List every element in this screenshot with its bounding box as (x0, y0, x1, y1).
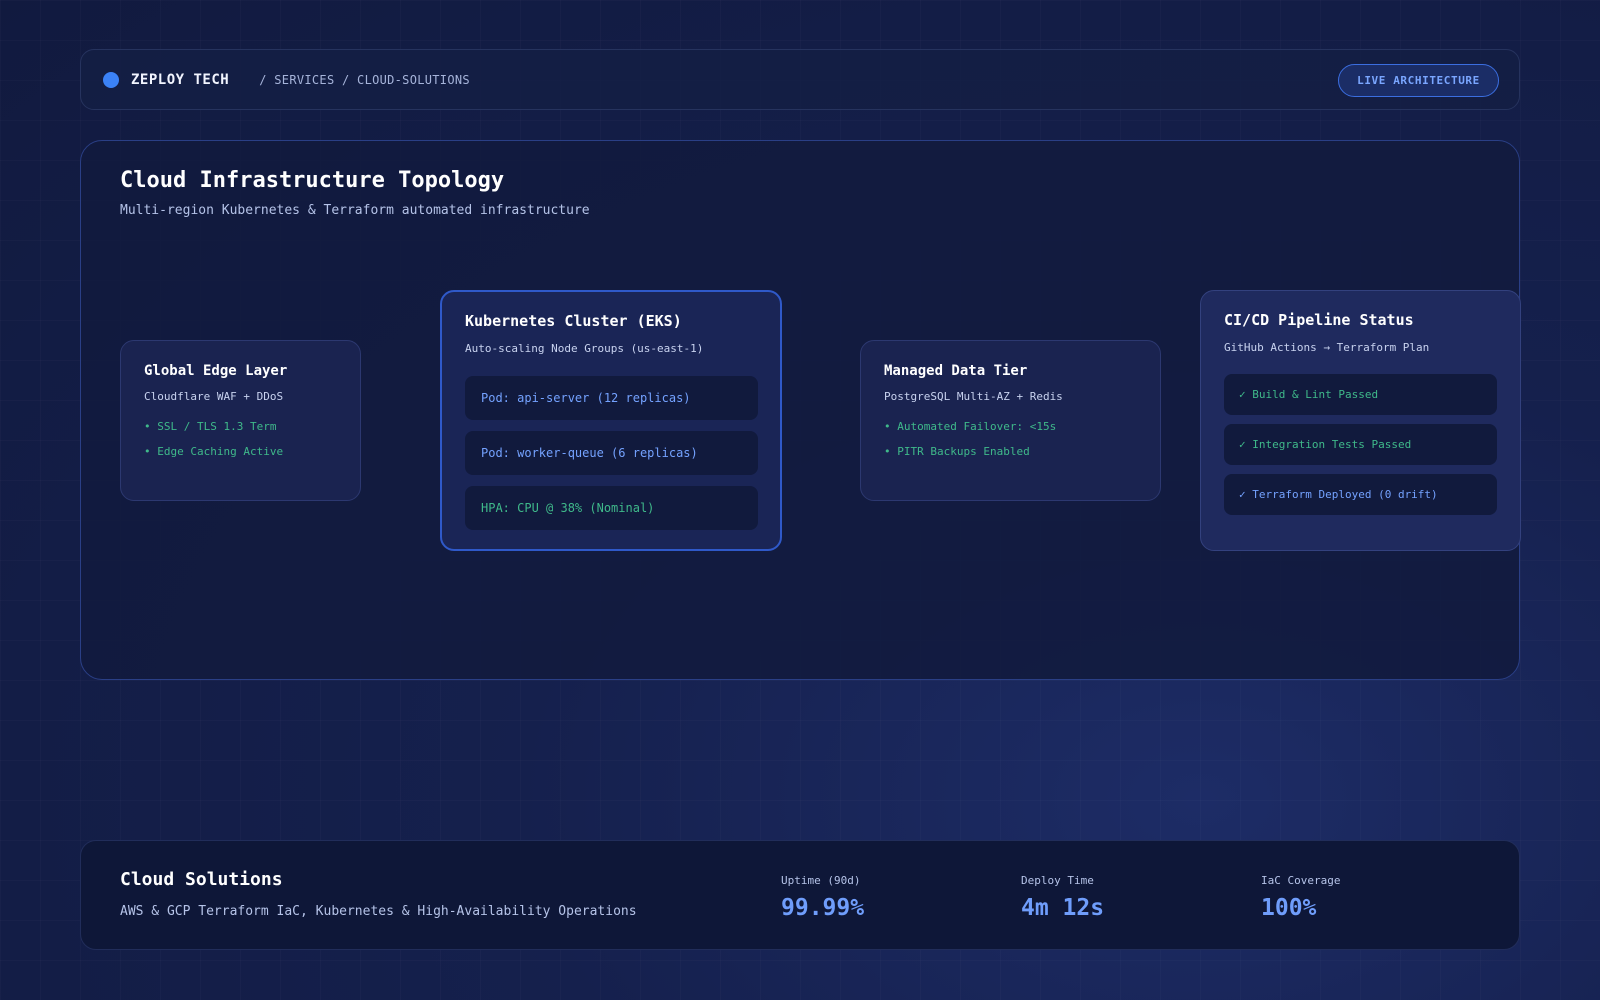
top-nav: ZEPLOY TECH / SERVICES / CLOUD-SOLUTIONS… (80, 49, 1520, 110)
metric-label: IaC Coverage (1261, 874, 1341, 887)
hpa-status[interactable]: HPA: CPU @ 38% (Nominal) (465, 486, 758, 530)
metric-deploy-time: Deploy Time 4m 12s (1021, 874, 1104, 921)
pipeline-step-tests[interactable]: ✓ Integration Tests Passed (1224, 424, 1497, 465)
data-card-title: Managed Data Tier (884, 363, 1028, 379)
metric-value: 4m 12s (1021, 895, 1105, 921)
metric-uptime: Uptime (90d) 99.99% (781, 874, 864, 921)
metric-label: Deploy Time (1021, 874, 1094, 887)
data-bullet: • Automated Failover: <15s (884, 420, 1057, 433)
summary-footer: Cloud Solutions AWS & GCP Terraform IaC,… (80, 840, 1520, 950)
live-architecture-button[interactable]: LIVE ARCHITECTURE (1338, 64, 1499, 97)
footer-description: AWS & GCP Terraform IaC, Kubernetes & Hi… (120, 904, 637, 919)
k8s-card-title: Kubernetes Cluster (EKS) (465, 312, 682, 330)
page-subtitle: Multi-region Kubernetes & Terraform auto… (120, 203, 590, 218)
page-title: Cloud Infrastructure Topology (120, 168, 505, 193)
kubernetes-cluster-card[interactable]: Kubernetes Cluster (EKS) Auto-scaling No… (440, 290, 782, 551)
metric-value: 99.99% (781, 895, 865, 921)
footer-title: Cloud Solutions (120, 869, 283, 890)
topology-panel: Cloud Infrastructure Topology Multi-regi… (80, 140, 1521, 680)
edge-bullet: • Edge Caching Active (144, 445, 284, 458)
data-bullet: • PITR Backups Enabled (884, 445, 1030, 458)
edge-bullet: • SSL / TLS 1.3 Term (144, 420, 277, 433)
pipeline-step-build[interactable]: ✓ Build & Lint Passed (1224, 374, 1497, 415)
cicd-card-subtitle: GitHub Actions → Terraform Plan (1224, 341, 1430, 354)
k8s-card-subtitle: Auto-scaling Node Groups (us-east-1) (465, 342, 704, 355)
data-tier-card[interactable]: Managed Data Tier PostgreSQL Multi-AZ + … (860, 340, 1161, 501)
data-card-subtitle: PostgreSQL Multi-AZ + Redis (884, 390, 1063, 403)
edge-card-title: Global Edge Layer (144, 363, 288, 379)
cicd-card-title: CI/CD Pipeline Status (1224, 311, 1414, 329)
breadcrumb[interactable]: / SERVICES / CLOUD-SOLUTIONS (259, 73, 470, 87)
edge-card-subtitle: Cloudflare WAF + DDoS (144, 390, 284, 403)
logo-dot-icon (103, 71, 119, 88)
pod-api-server[interactable]: Pod: api-server (12 replicas) (465, 376, 758, 420)
pipeline-step-deploy[interactable]: ✓ Terraform Deployed (0 drift) (1224, 474, 1497, 515)
metric-value: 100% (1261, 895, 1317, 921)
brand-name[interactable]: ZEPLOY TECH (131, 72, 229, 88)
pod-worker-queue[interactable]: Pod: worker-queue (6 replicas) (465, 431, 758, 475)
cicd-pipeline-card[interactable]: CI/CD Pipeline Status GitHub Actions → T… (1200, 290, 1521, 551)
edge-layer-card[interactable]: Global Edge Layer Cloudflare WAF + DDoS … (120, 340, 361, 501)
metric-label: Uptime (90d) (781, 874, 861, 887)
metric-iac-coverage: IaC Coverage 100% (1261, 874, 1340, 921)
